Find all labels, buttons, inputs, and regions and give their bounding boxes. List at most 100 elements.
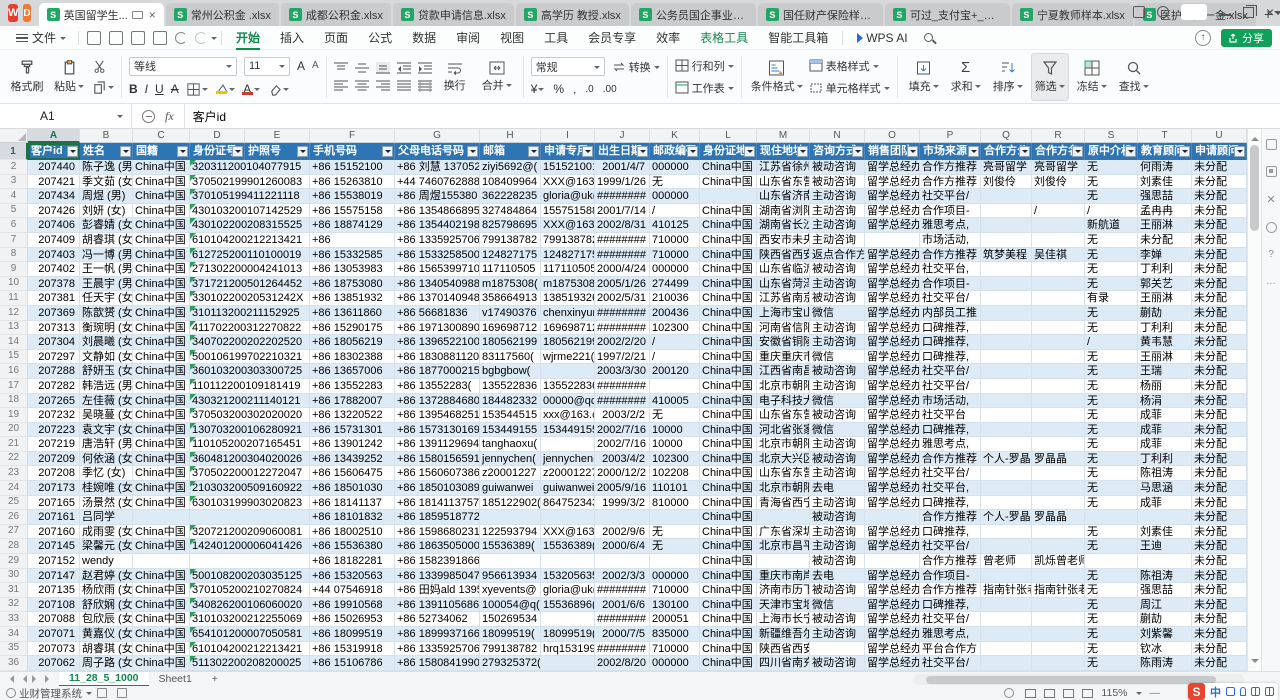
first-sheet-icon[interactable] <box>6 675 14 683</box>
cell[interactable]: 吴佳祺 <box>1032 248 1085 263</box>
cell[interactable] <box>981 627 1032 642</box>
row-header-26[interactable]: 26 <box>0 510 28 525</box>
cell[interactable] <box>981 481 1032 496</box>
cell[interactable]: +86 13053983 <box>310 262 395 277</box>
cell[interactable]: 杨丽 <box>1138 379 1192 394</box>
redo-icon[interactable] <box>195 32 207 44</box>
cell[interactable]: v17490376 <box>480 306 541 321</box>
cell[interactable]: 180562199 <box>541 335 595 350</box>
cell[interactable]: 被动咨询 <box>810 291 865 306</box>
cell[interactable]: 主动咨询 <box>810 437 865 452</box>
cell[interactable]: 207440 <box>28 160 80 175</box>
file-tab[interactable]: S常州公积金 .xlsx <box>166 3 279 26</box>
cell[interactable]: 未分配 <box>1192 408 1247 423</box>
cell[interactable] <box>1085 510 1138 525</box>
cell[interactable]: 未分配 <box>1192 437 1247 452</box>
cell[interactable]: 未分配 <box>1192 218 1247 233</box>
menu-item-审阅[interactable]: 审阅 <box>446 26 490 50</box>
cell[interactable] <box>480 554 541 569</box>
cell[interactable]: China中国 <box>700 160 757 175</box>
cell[interactable]: 无 <box>1085 612 1138 627</box>
cell[interactable]: +86 1395468251 <box>395 408 480 423</box>
row-header-16[interactable]: 16 <box>0 364 28 379</box>
file-tab[interactable]: S成都公积金.xlsx <box>281 3 391 26</box>
cell[interactable] <box>981 437 1032 452</box>
cell[interactable]: China中国 <box>133 204 190 219</box>
cell[interactable]: 赵君婷 (女 <box>80 569 133 584</box>
cell[interactable]: +86 刘慧 137052 <box>395 160 480 175</box>
cell[interactable]: 合作方推荐 <box>920 510 981 525</box>
cell[interactable]: 王丽淋 <box>1138 350 1192 365</box>
cell[interactable]: 无 <box>650 539 700 554</box>
row-header-15[interactable]: 15 <box>0 350 28 365</box>
cell[interactable]: 430321200211140121 <box>190 394 310 409</box>
cell[interactable]: 留学总经办 <box>865 350 920 365</box>
cell[interactable]: 去电 <box>810 569 865 584</box>
cell[interactable]: 无 <box>650 175 700 190</box>
cell[interactable]: China中国 <box>133 525 190 540</box>
column-header-P[interactable]: P <box>920 129 981 143</box>
last-sheet-icon[interactable] <box>45 675 53 683</box>
cell[interactable]: 口碑推荐, <box>920 598 981 613</box>
cell[interactable]: ######## <box>595 642 650 657</box>
cell[interactable]: 留学总经办 <box>865 496 920 511</box>
cell[interactable]: China中国 <box>133 218 190 233</box>
cell[interactable]: 主动咨询 <box>810 218 865 233</box>
menu-item-工具[interactable]: 工具 <box>534 26 578 50</box>
cell[interactable]: China中国 <box>700 321 757 336</box>
cell[interactable]: 陈祖涛 <box>1138 466 1192 481</box>
cell[interactable]: 无 <box>1085 598 1138 613</box>
cell[interactable]: 207426 <box>28 204 80 219</box>
cell[interactable]: 未分配 <box>1192 364 1247 379</box>
cell[interactable]: 207160 <box>28 525 80 540</box>
cell[interactable]: 被动咨询 <box>810 510 865 525</box>
cell[interactable]: 去电 <box>810 481 865 496</box>
rows-cols-button[interactable]: 行和列 <box>675 58 734 74</box>
cell[interactable]: 被动咨询 <box>810 364 865 379</box>
filter-dropdown-icon[interactable] <box>637 146 648 157</box>
cell[interactable]: 合作方推荐 <box>920 160 981 175</box>
cell[interactable]: 何雨涛 <box>1138 160 1192 175</box>
cell[interactable]: 陈祖涛 <box>1138 569 1192 584</box>
filter-dropdown-icon[interactable] <box>744 146 755 157</box>
cell[interactable]: 陈雨涛 <box>1138 656 1192 671</box>
cell[interactable]: 无 <box>1085 642 1138 657</box>
cell[interactable]: 山东省菏泽 <box>757 277 810 292</box>
cell[interactable]: / <box>650 350 700 365</box>
cell[interactable]: 济南市历下 <box>757 583 810 598</box>
cell[interactable]: 无 <box>1085 423 1138 438</box>
cell[interactable]: 956613934 <box>480 569 541 584</box>
field-header-咨询方式[interactable]: 咨询方式 <box>810 143 865 160</box>
cell[interactable]: 留学总经办 <box>865 583 920 598</box>
cell[interactable]: 710000 <box>650 583 700 598</box>
row-header-19[interactable]: 19 <box>0 408 28 423</box>
cell[interactable]: 任天宇 (女 <box>80 291 133 306</box>
cell[interactable]: 207381 <box>28 291 80 306</box>
cell[interactable]: China中国 <box>133 394 190 409</box>
cell[interactable]: 留学总经办 <box>865 569 920 584</box>
cell[interactable]: 207288 <box>28 364 80 379</box>
cell[interactable]: 未分配 <box>1192 291 1247 306</box>
cell[interactable]: 2001/7/14 <box>595 204 650 219</box>
cell[interactable]: 主动咨询 <box>810 204 865 219</box>
cell[interactable]: +86 15106786 <box>310 656 395 671</box>
cell[interactable]: China中国 <box>133 423 190 438</box>
cell[interactable]: 口碑推荐, <box>920 423 981 438</box>
cell[interactable]: +86 15332585 <box>310 248 395 263</box>
cell[interactable]: 社交平台/ <box>920 291 981 306</box>
cell[interactable]: XXX@163.( <box>541 175 595 190</box>
cell[interactable] <box>1032 481 1085 496</box>
cell[interactable] <box>541 656 595 671</box>
cell[interactable] <box>595 510 650 525</box>
file-tab[interactable]: S高学历 教授.xlsx <box>516 3 629 26</box>
cell[interactable]: 留学总经办 <box>865 627 920 642</box>
cell[interactable]: 左佳薇 (女 <box>80 394 133 409</box>
cell[interactable]: 主动咨询 <box>810 277 865 292</box>
sheet-tab[interactable]: Sheet1 <box>149 672 202 687</box>
cell[interactable]: +86 1560607386 <box>395 466 480 481</box>
restore-button[interactable] <box>1243 7 1254 18</box>
cell[interactable]: 丁利利 <box>1138 321 1192 336</box>
cell[interactable]: 430102200208315525 <box>190 218 310 233</box>
cell[interactable]: China中国 <box>700 437 757 452</box>
cell[interactable]: 未分配 <box>1192 510 1247 525</box>
